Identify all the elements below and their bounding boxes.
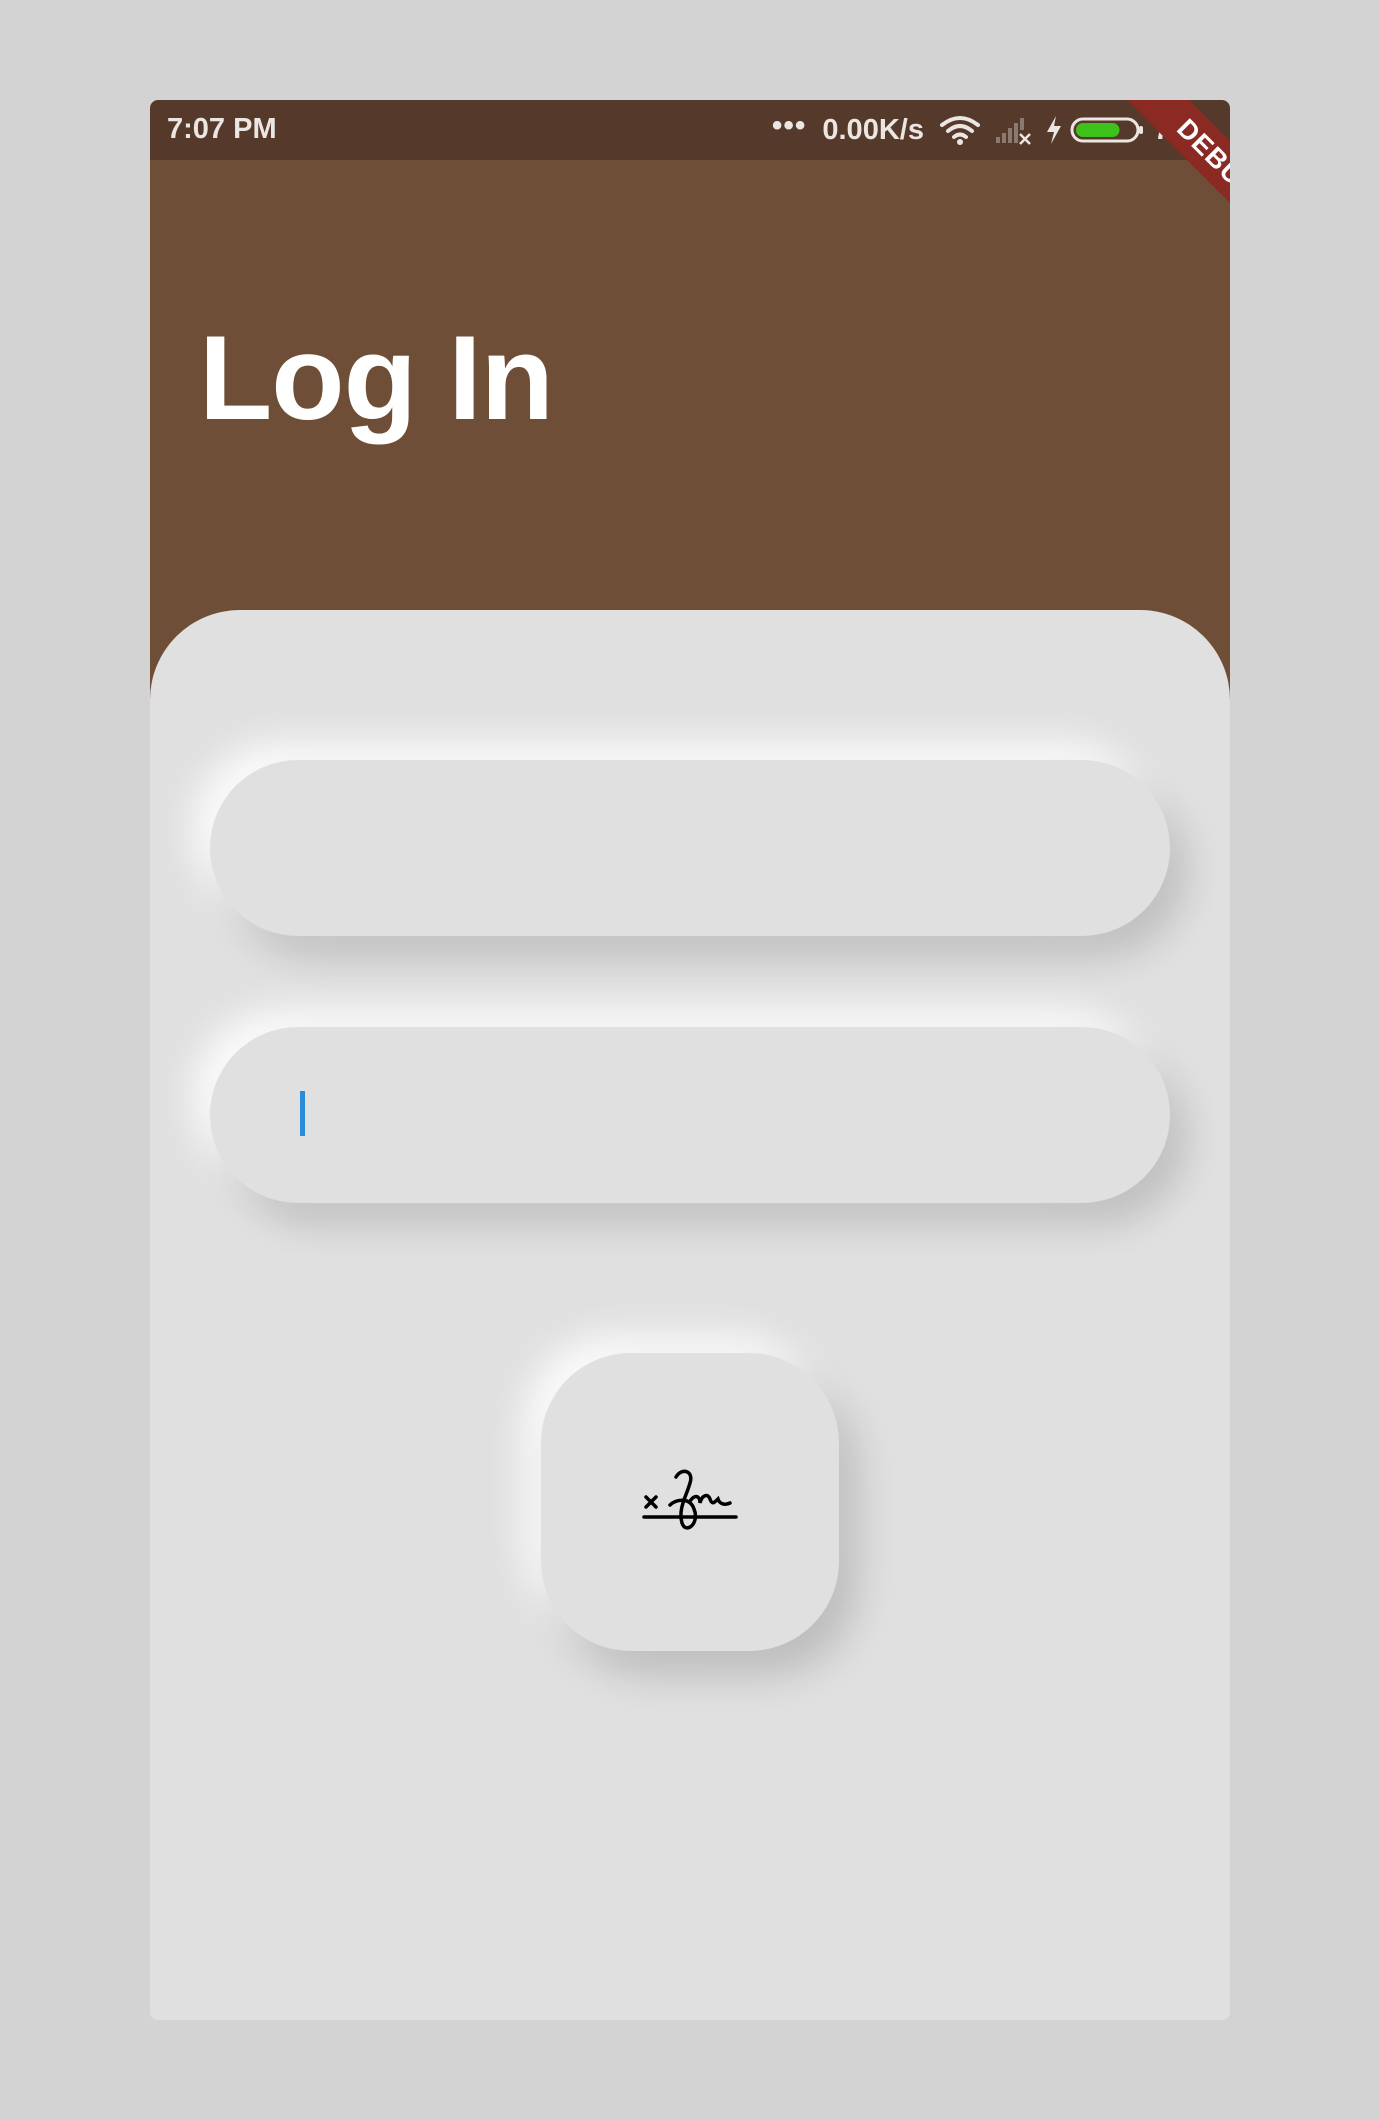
signal-no-sim-icon xyxy=(995,118,1031,145)
password-field[interactable] xyxy=(210,1027,1170,1205)
page-title: Log In xyxy=(199,311,554,445)
charging-bolt-icon xyxy=(1046,116,1061,144)
username-field[interactable] xyxy=(210,760,1170,938)
login-card xyxy=(150,610,1230,2020)
signature-icon xyxy=(642,1469,738,1530)
status-indicators: ••• 0.00K/s 75% xyxy=(772,100,1212,160)
password-input[interactable] xyxy=(292,1027,1096,1205)
wifi-icon xyxy=(939,116,980,145)
battery-icon xyxy=(1070,117,1143,143)
battery-percent: 75% xyxy=(1153,113,1212,146)
status-bar: 7:07 PM ••• 0.00K/s 75% xyxy=(150,100,1230,160)
network-speed: 0.00K/s xyxy=(822,113,924,146)
app-screen: 7:07 PM ••• 0.00K/s 75% Log In DEBUG xyxy=(150,100,1230,2020)
sign-in-button[interactable] xyxy=(541,1353,839,1651)
status-time: 7:07 PM xyxy=(167,113,277,145)
more-notifications-icon: ••• xyxy=(771,109,807,142)
username-input[interactable] xyxy=(292,760,1096,938)
text-cursor xyxy=(300,1091,305,1136)
